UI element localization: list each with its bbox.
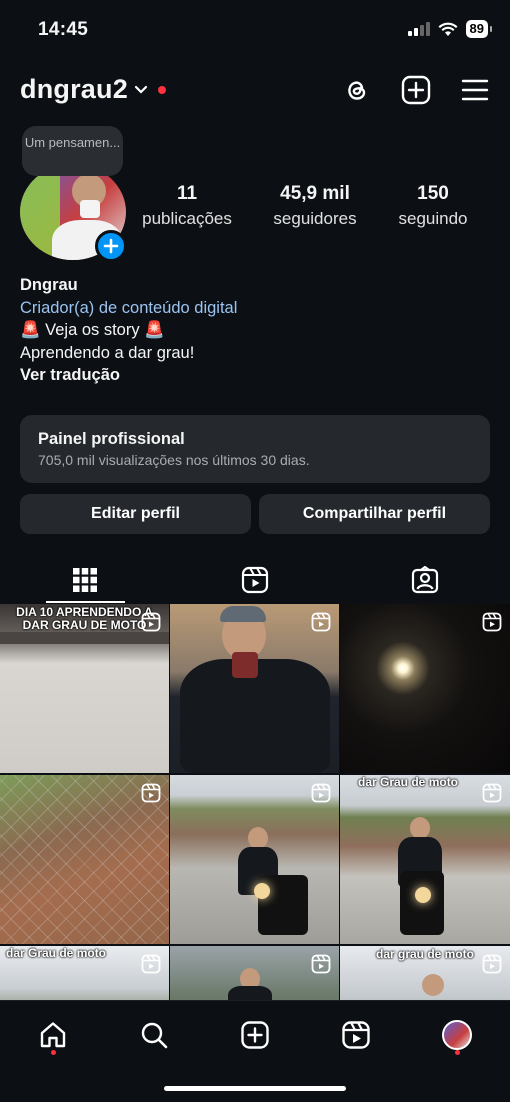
cellular-signal-icon [407, 22, 430, 36]
chevron-down-icon [134, 85, 148, 94]
bio-line-1: 🚨 Veja os story 🚨 [20, 321, 165, 339]
plus-square-icon[interactable] [400, 74, 432, 106]
post-thumbnail-3[interactable] [340, 604, 510, 773]
status-bar: 14:45 89 [0, 0, 510, 60]
post-thumbnail-4[interactable] [0, 775, 169, 944]
reels-icon [482, 954, 502, 974]
following-value: 150 [417, 183, 449, 204]
account-switcher[interactable]: dngrau2 [20, 74, 166, 105]
profile-notification-dot [455, 1050, 460, 1055]
display-name: Dngrau [20, 276, 78, 294]
following-count[interactable]: 150 seguindo [390, 183, 476, 229]
post-thumbnail-1[interactable]: DIA 10 APRENDENDO A DAR GRAU DE MOTO [0, 604, 169, 773]
nav-reels[interactable] [336, 1015, 376, 1055]
battery-indicator: 89 [465, 20, 493, 38]
hamburger-menu-icon[interactable] [459, 74, 491, 106]
post-thumbnail-9[interactable]: dar grau de moto [340, 946, 510, 1000]
bio-line-2: Aprendendo a dar grau! [20, 343, 195, 362]
note-bubble[interactable]: Um pensamen... [22, 126, 123, 176]
nav-home[interactable] [33, 1015, 73, 1055]
posts-grid: DIA 10 APRENDENDO A DAR GRAU DE MOTO dar… [0, 604, 510, 1000]
nav-search[interactable] [134, 1015, 174, 1055]
new-post-icon [241, 1021, 269, 1049]
grid-icon [73, 568, 97, 592]
tagged-icon [411, 566, 439, 594]
status-time: 14:45 [38, 19, 89, 40]
panel-subtitle: 705,0 mil visualizações nos últimos 30 d… [38, 452, 310, 468]
threads-icon[interactable] [341, 74, 373, 106]
nav-new-post[interactable] [235, 1015, 275, 1055]
status-icons: 89 [407, 20, 493, 38]
post-thumbnail-2[interactable] [170, 604, 339, 773]
reels-icon [141, 954, 161, 974]
see-translation-link[interactable]: Ver tradução [20, 364, 490, 387]
home-indicator[interactable] [164, 1086, 346, 1091]
active-tab-indicator [46, 601, 125, 603]
post-thumbnail-7[interactable]: dar Grau de moto [0, 946, 169, 1000]
tab-grid[interactable] [0, 556, 170, 604]
home-icon [40, 1022, 66, 1048]
followers-count[interactable]: 45,9 mil seguidores [262, 183, 368, 229]
posts-label: publicações [142, 209, 232, 228]
professional-dashboard[interactable]: Painel profissional 705,0 mil visualizaç… [20, 415, 490, 483]
following-label: seguindo [398, 209, 468, 228]
reels-icon [141, 783, 161, 803]
followers-value: 45,9 mil [280, 183, 350, 204]
profile-category[interactable]: Criador(a) de conteúdo digital [20, 297, 490, 320]
add-story-button[interactable] [95, 230, 127, 262]
search-icon [141, 1022, 168, 1049]
posts-count[interactable]: 11 publicações [138, 183, 236, 229]
home-notification-dot [51, 1050, 56, 1055]
reels-icon [311, 612, 331, 632]
reels-icon [311, 783, 331, 803]
notification-dot [157, 85, 166, 94]
panel-title: Painel profissional [38, 430, 185, 448]
reels-nav-icon [342, 1021, 370, 1049]
reels-icon [482, 783, 502, 803]
nav-profile[interactable] [437, 1015, 477, 1055]
plus-icon [103, 238, 119, 254]
post-thumbnail-6[interactable]: dar Grau de moto [340, 775, 510, 944]
profile-avatar-icon [442, 1020, 472, 1050]
share-profile-button[interactable]: Compartilhar perfil [259, 494, 490, 534]
reels-icon [311, 954, 331, 974]
tab-tagged[interactable] [340, 556, 510, 604]
reels-icon [482, 612, 502, 632]
tab-reels[interactable] [170, 556, 340, 604]
profile-bio: Dngrau Criador(a) de conteúdo digital 🚨 … [20, 274, 490, 387]
edit-profile-button[interactable]: Editar perfil [20, 494, 251, 534]
profile-tabs [0, 556, 510, 604]
profile-header: dngrau2 [0, 70, 510, 114]
followers-label: seguidores [273, 209, 357, 228]
wifi-icon [438, 22, 458, 36]
post-thumbnail-5[interactable] [170, 775, 339, 944]
username: dngrau2 [20, 74, 128, 104]
reels-icon [141, 612, 161, 632]
reels-icon [241, 566, 269, 594]
post-thumbnail-8[interactable] [170, 946, 339, 1000]
posts-value: 11 [176, 183, 198, 204]
